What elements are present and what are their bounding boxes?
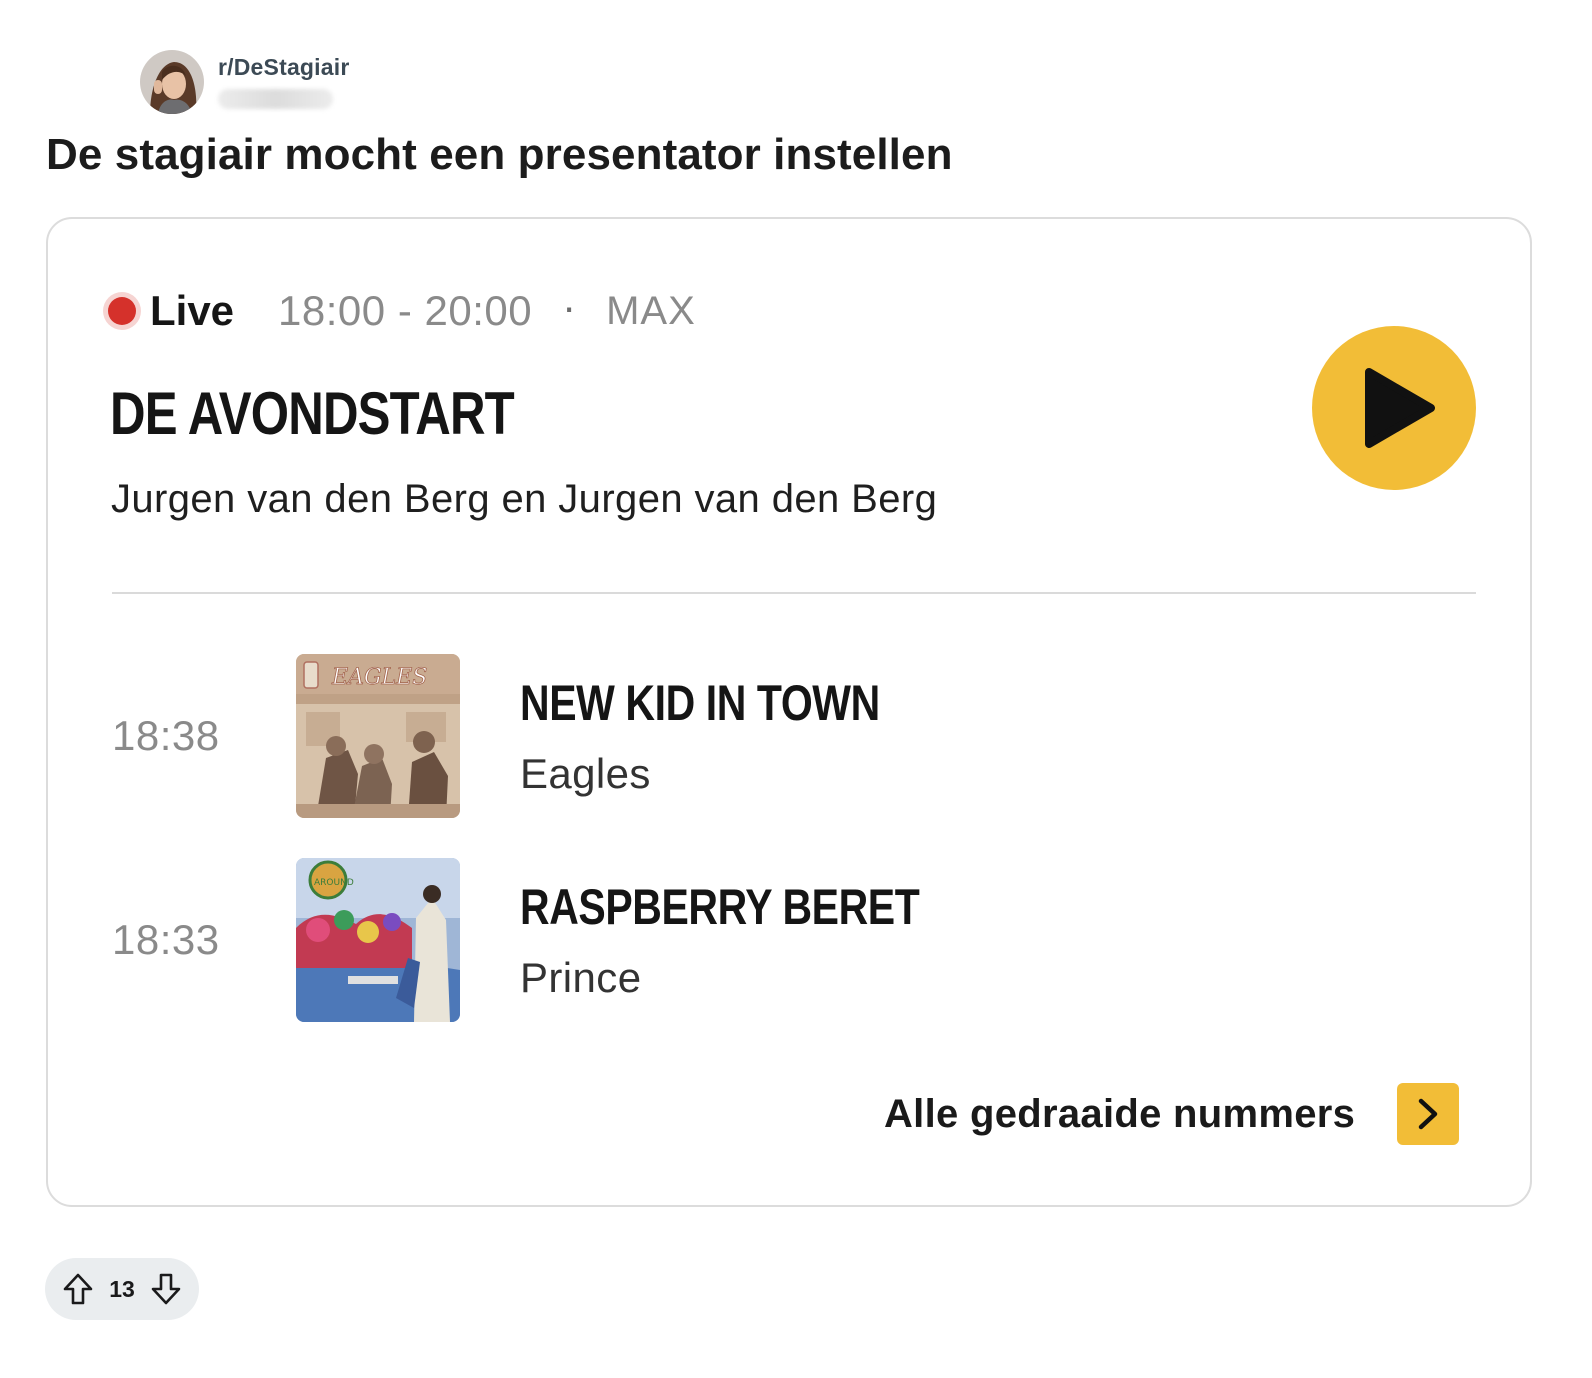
show-presenters: Jurgen van den Berg en Jurgen van den Be… bbox=[111, 477, 938, 521]
svg-text:AROUND: AROUND bbox=[314, 878, 354, 888]
play-button[interactable] bbox=[1312, 326, 1476, 490]
show-title: DE AVONDSTART bbox=[110, 380, 515, 447]
chevron-right-icon bbox=[1418, 1098, 1438, 1130]
live-status-row: Live 18:00 - 20:00 · MAX bbox=[108, 281, 696, 341]
blurred-username bbox=[218, 89, 333, 109]
post-title[interactable]: De stagiair mocht een presentator instel… bbox=[46, 130, 953, 180]
avatar[interactable] bbox=[140, 50, 204, 114]
upvote-arrow-icon bbox=[63, 1273, 93, 1305]
divider bbox=[112, 592, 1476, 594]
show-time-range: 18:00 - 20:00 bbox=[278, 287, 533, 334]
subreddit-name[interactable]: r/DeStagiair bbox=[218, 54, 350, 81]
all-tracks-label: Alle gedraaide nummers bbox=[884, 1091, 1356, 1136]
track-row[interactable]: 18:38 EAGLES NEW KID IN TOWN Eagles bbox=[112, 654, 1412, 818]
separator-dot: · bbox=[562, 283, 577, 330]
track-title: NEW KID IN TOWN bbox=[520, 675, 880, 731]
all-tracks-chevron-button[interactable] bbox=[1397, 1083, 1460, 1145]
track-row[interactable]: 18:33 AROUND RASPBERRY BERET Prince bbox=[112, 858, 1412, 1022]
track-time: 18:38 bbox=[112, 712, 220, 759]
downvote-arrow-icon bbox=[151, 1273, 181, 1305]
downvote-button[interactable] bbox=[147, 1270, 185, 1308]
live-label: Live bbox=[150, 287, 235, 334]
track-artist: Prince bbox=[520, 954, 642, 1001]
channel-name: MAX bbox=[606, 288, 696, 333]
header-text: r/DeStagiair bbox=[218, 54, 350, 109]
upvote-button[interactable] bbox=[59, 1270, 97, 1308]
avatar-image bbox=[140, 50, 204, 114]
track-artist: Eagles bbox=[520, 750, 651, 797]
track-title: RASPBERRY BERET bbox=[520, 879, 920, 935]
post-header: r/DeStagiair bbox=[140, 50, 350, 114]
track-time: 18:33 bbox=[112, 916, 220, 963]
vote-count: 13 bbox=[109, 1275, 135, 1302]
album-cover-eagles: EAGLES bbox=[296, 654, 460, 818]
radio-card: Live 18:00 - 20:00 · MAX DE AVONDSTART J… bbox=[46, 217, 1532, 1207]
svg-text:EAGLES: EAGLES bbox=[331, 665, 427, 690]
all-tracks-link[interactable]: Alle gedraaide nummers bbox=[884, 1083, 1460, 1145]
play-icon bbox=[1365, 368, 1435, 448]
live-dot-icon bbox=[108, 297, 136, 325]
vote-bar: 13 bbox=[45, 1258, 199, 1320]
album-cover-prince: AROUND bbox=[296, 858, 460, 1022]
